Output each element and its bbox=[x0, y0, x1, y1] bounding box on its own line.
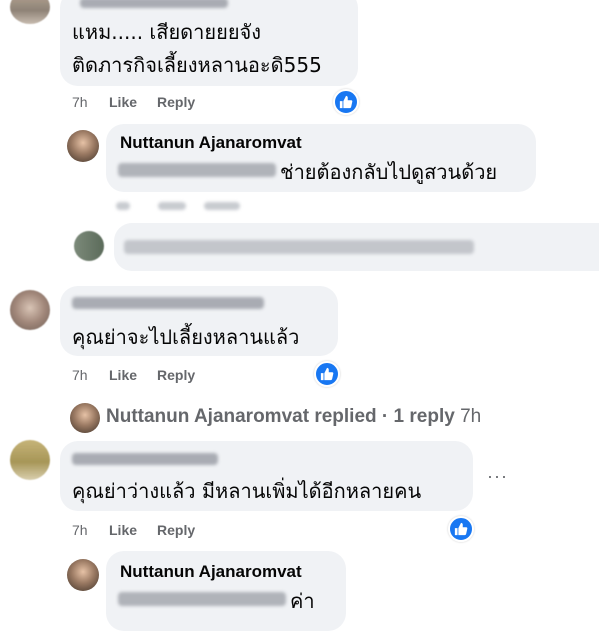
comment-time[interactable]: 7h bbox=[72, 367, 88, 383]
view-replies-link[interactable]: Nuttanun Ajanaromvat replied · 1 reply 7… bbox=[70, 403, 550, 433]
mention-redacted[interactable] bbox=[118, 163, 276, 177]
reply-input-placeholder-redacted bbox=[124, 240, 474, 254]
reply-meta-redacted[interactable] bbox=[116, 202, 130, 210]
more-options-icon[interactable]: ··· bbox=[487, 466, 508, 487]
author-avatar bbox=[70, 403, 100, 433]
author-avatar[interactable] bbox=[67, 130, 99, 162]
commenter-avatar[interactable] bbox=[10, 440, 50, 480]
like-button[interactable]: Like bbox=[109, 94, 137, 110]
reply-meta-redacted[interactable] bbox=[158, 202, 186, 210]
commenter-avatar[interactable] bbox=[10, 0, 50, 24]
comment-text: คุณย่าว่างแล้ว มีหลานเพิ่มได้อีกหลายคน bbox=[72, 479, 422, 503]
thumbs-up-icon[interactable] bbox=[333, 89, 359, 115]
reply-text: ช่ายต้องกลับไปดูสวนด้วย bbox=[280, 160, 498, 184]
replied-author-name: Nuttanun Ajanaromvat bbox=[106, 406, 310, 427]
comment-time[interactable]: 7h bbox=[72, 522, 88, 538]
reply-meta-redacted[interactable] bbox=[204, 202, 240, 210]
reply-count: 1 reply bbox=[393, 406, 455, 427]
commenter-avatar[interactable] bbox=[10, 290, 50, 330]
reply-author-name[interactable]: Nuttanun Ajanaromvat bbox=[120, 562, 302, 582]
commenter-name-redacted[interactable] bbox=[80, 0, 228, 8]
reply-button[interactable]: Reply bbox=[157, 94, 195, 110]
like-button[interactable]: Like bbox=[109, 522, 137, 538]
reply-author-name[interactable]: Nuttanun Ajanaromvat bbox=[120, 133, 302, 153]
replied-action: replied bbox=[314, 406, 377, 427]
reply-button[interactable]: Reply bbox=[157, 522, 195, 538]
replied-time: 7h bbox=[460, 406, 482, 427]
comment-text: คุณย่าจะไปเลี้ยงหลานแล้ว bbox=[72, 325, 300, 349]
reply-text: ค่า bbox=[290, 589, 315, 613]
mention-redacted[interactable] bbox=[118, 592, 286, 606]
separator: · bbox=[381, 406, 389, 427]
author-avatar[interactable] bbox=[67, 559, 99, 591]
comment-text: ติดภารกิจเลี้ยงหลานอะดิ555 bbox=[72, 53, 322, 77]
commenter-name-redacted[interactable] bbox=[72, 297, 264, 309]
comment-text: แหม..... เสียดายยยจัง bbox=[72, 20, 262, 44]
thumbs-up-icon[interactable] bbox=[448, 516, 474, 542]
current-user-avatar bbox=[74, 231, 104, 261]
thumbs-up-icon[interactable] bbox=[314, 361, 340, 387]
reply-button[interactable]: Reply bbox=[157, 367, 195, 383]
commenter-name-redacted[interactable] bbox=[72, 453, 218, 465]
comment-time[interactable]: 7h bbox=[72, 94, 88, 110]
like-button[interactable]: Like bbox=[109, 367, 137, 383]
